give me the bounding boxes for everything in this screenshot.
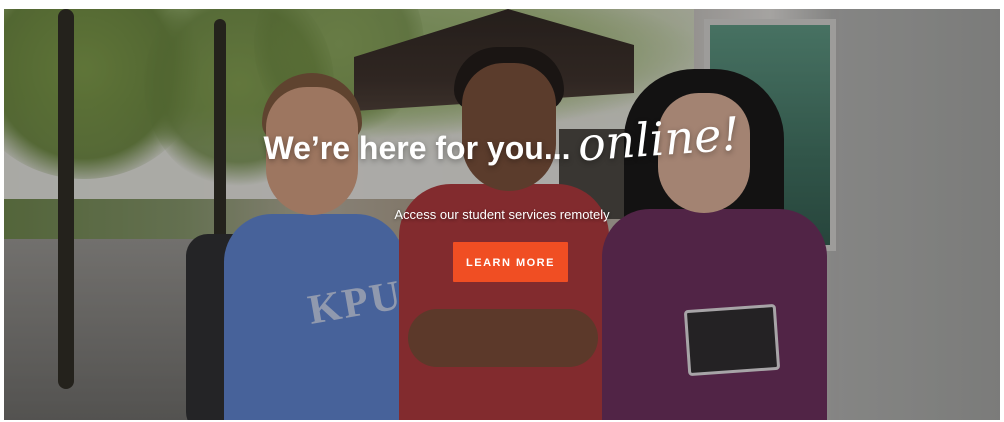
- hero-headline: We’re here for you... online!: [263, 106, 742, 171]
- headline-script: online!: [576, 106, 742, 172]
- hero-banner: KPU We’re here for you... online! Access …: [4, 9, 1000, 420]
- headline-container: We’re here for you... online!: [4, 106, 1000, 171]
- learn-more-button[interactable]: LEARN MORE: [453, 242, 568, 282]
- headline-main: We’re here for you...: [263, 130, 571, 166]
- hero-subtitle: Access our student services remotely: [394, 207, 610, 222]
